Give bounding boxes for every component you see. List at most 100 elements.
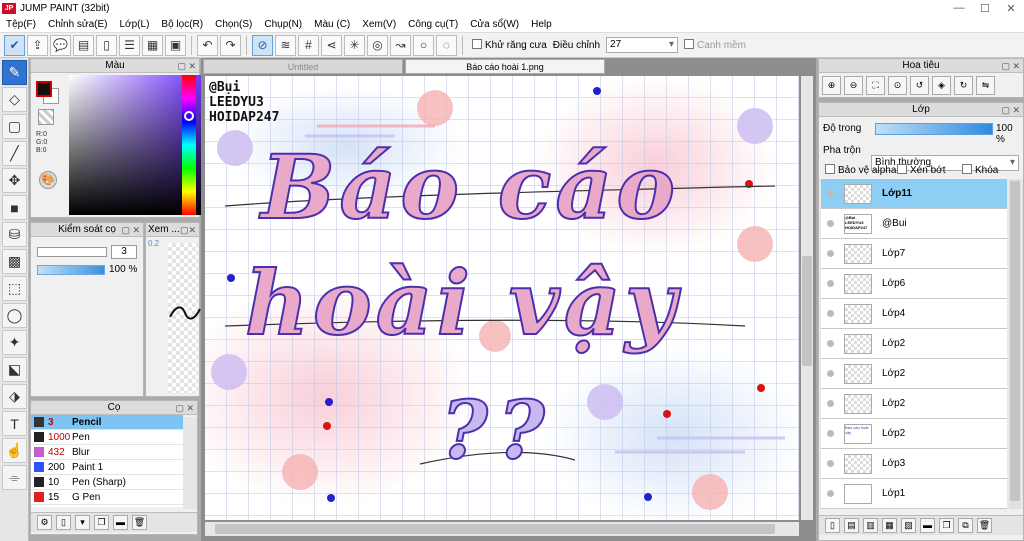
correction-select[interactable]: 27 (606, 37, 679, 53)
layer-row[interactable]: Lớp7 (821, 239, 1007, 269)
snap-checkbox[interactable] (684, 39, 695, 49)
lock-toggle[interactable]: Khóa (962, 164, 998, 176)
size-slider[interactable] (37, 247, 107, 257)
new-1bit-layer-icon[interactable]: ▦ (882, 518, 897, 533)
visibility-icon[interactable] (827, 310, 834, 317)
text-tool-icon[interactable]: T (2, 411, 27, 436)
bucket-tool-icon[interactable]: ⛁ (2, 222, 27, 247)
new-8bit-layer-icon[interactable]: ▥ (863, 518, 878, 533)
undo-icon[interactable]: ↶ (197, 34, 218, 56)
layer-row[interactable]: Lớp2 (821, 329, 1007, 359)
concentric-icon[interactable]: ◎ (367, 34, 388, 56)
brush-item[interactable]: 15 G Pen (31, 490, 183, 505)
panel-menu-icon[interactable]: ▢ ✕ (1001, 59, 1020, 73)
snap-toggle[interactable]: Canh mềm (684, 39, 746, 51)
hue-slider[interactable] (182, 75, 196, 215)
menu-tools[interactable]: Công cụ(T) (402, 19, 464, 30)
fill-rect-tool-icon[interactable]: ■ (2, 195, 27, 220)
hue-knob[interactable] (184, 111, 194, 121)
panel-menu-icon[interactable]: ▢✕ (180, 223, 196, 237)
eraser-tool-icon[interactable]: ◇ (2, 87, 27, 112)
menu-color[interactable]: Màu (C) (308, 19, 356, 30)
rotate-left-icon[interactable]: ↺ (910, 76, 929, 95)
zoom-in-icon[interactable]: ⊕ (822, 76, 841, 95)
protect-alpha-checkbox[interactable] (825, 164, 835, 174)
opacity-slider[interactable] (37, 265, 105, 275)
antialias-toggle[interactable]: Khử răng cưa (472, 39, 547, 51)
eyedropper-icon[interactable]: ⌯ (2, 465, 27, 490)
tone-layer-icon[interactable]: ▧ (901, 518, 916, 533)
close-icon[interactable]: ✕ (998, 2, 1024, 15)
brush-copy-icon[interactable]: ❐ (94, 515, 109, 530)
layer-row[interactable]: Lớp1 (821, 479, 1007, 509)
new-layer-icon[interactable]: ▯ (825, 518, 840, 533)
clip-checkbox[interactable] (897, 164, 907, 174)
protect-alpha-toggle[interactable]: Bảo vệ alpha (825, 164, 896, 176)
actual-size-icon[interactable]: ⊙ (888, 76, 907, 95)
layer-list-scrollbar[interactable] (1009, 179, 1021, 509)
menu-select[interactable]: Chọn(S) (209, 19, 258, 30)
no-snap-icon[interactable]: ⊘ (252, 34, 273, 56)
line-tool-icon[interactable]: ╱ (2, 141, 27, 166)
menu-window[interactable]: Cửa sổ(W) (464, 19, 525, 30)
parallel-snap-icon[interactable]: ≋ (275, 34, 296, 56)
select-pen-icon[interactable]: ⬕ (2, 357, 27, 382)
gradient-tool-icon[interactable]: ▩ (2, 249, 27, 274)
drawing-canvas[interactable]: @Bụi LEEDYU3 HOIDAP247 Báo cáo hoài vậy … (205, 76, 799, 520)
curve-icon[interactable]: ↝ (390, 34, 411, 56)
visibility-icon[interactable] (827, 190, 834, 197)
rotate-right-icon[interactable]: ↻ (954, 76, 973, 95)
new-folder-icon[interactable]: ▬ (920, 518, 935, 533)
visibility-icon[interactable] (827, 490, 834, 497)
select-rect-icon[interactable]: ⬚ (2, 276, 27, 301)
brush-item[interactable]: 10 Pen (Sharp) (31, 475, 183, 490)
brush-settings-icon[interactable]: ⚙ (37, 515, 52, 530)
menu-view[interactable]: Xem(V) (356, 19, 402, 30)
canvas-horizontal-scrollbar[interactable] (205, 522, 799, 536)
size-input[interactable]: 3 (111, 245, 137, 259)
radial-icon[interactable]: ✳ (344, 34, 365, 56)
layer-row[interactable]: Lớp6 (821, 269, 1007, 299)
visibility-icon[interactable] (827, 430, 834, 437)
layer-opacity-slider[interactable] (875, 123, 993, 135)
layer-row[interactable]: Lớp11 (821, 179, 1007, 209)
brush-item[interactable]: 1000 Pen (31, 430, 183, 445)
antialias-checkbox[interactable] (472, 39, 482, 49)
delete-layer-icon[interactable]: 🗑 (977, 518, 992, 533)
grid-snap-icon[interactable]: # (298, 34, 319, 56)
hand-tool-icon[interactable]: ☝ (2, 438, 27, 463)
tab-bao-cao[interactable]: Báo cáo hoài 1.png (405, 59, 605, 74)
magic-wand-icon[interactable]: ✦ (2, 330, 27, 355)
lasso-icon[interactable]: ◯ (2, 303, 27, 328)
visibility-icon[interactable] (827, 250, 834, 257)
copy-layer-icon[interactable]: ❐ (939, 518, 954, 533)
menu-file[interactable]: Tệp(F) (0, 19, 42, 30)
visibility-icon[interactable] (827, 370, 834, 377)
visibility-icon[interactable] (827, 340, 834, 347)
comment-icon[interactable]: 💬 (50, 34, 71, 56)
minimize-icon[interactable]: — (946, 2, 972, 15)
brush-menu-icon[interactable]: ▾ (75, 515, 90, 530)
fit-window-icon[interactable]: ⛶ (866, 76, 885, 95)
canvas-vertical-scrollbar[interactable] (801, 76, 813, 520)
brush-item[interactable]: 432 Blur (31, 445, 183, 460)
list-icon[interactable]: ☰ (119, 34, 140, 56)
menu-edit[interactable]: Chỉnh sửa(E) (42, 19, 114, 30)
zoom-out-icon[interactable]: ⊖ (844, 76, 863, 95)
visibility-icon[interactable] (827, 400, 834, 407)
rectangle-tool-icon[interactable]: ▢ (2, 114, 27, 139)
layer-row[interactable]: Lớp2 (821, 389, 1007, 419)
redo-icon[interactable]: ↷ (220, 34, 241, 56)
panel-menu-icon[interactable]: ▢ ✕ (121, 223, 140, 237)
merge-layer-icon[interactable]: ⧉ (958, 518, 973, 533)
note-icon[interactable]: ▤ (73, 34, 94, 56)
reset-rotation-icon[interactable]: ◈ (932, 76, 951, 95)
visibility-icon[interactable] (827, 460, 834, 467)
layer-row[interactable]: @Bụi LEEDYU3 HOIDAP247 @Bui (821, 209, 1007, 239)
visibility-icon[interactable] (827, 280, 834, 287)
palette-icon[interactable]: 🎨 (39, 171, 57, 189)
move-tool-icon[interactable]: ✥ (2, 168, 27, 193)
new-brush-icon[interactable]: ▯ (56, 515, 71, 530)
grid-icon[interactable]: ▦ (142, 34, 163, 56)
layer-row[interactable]: Lớp3 (821, 449, 1007, 479)
